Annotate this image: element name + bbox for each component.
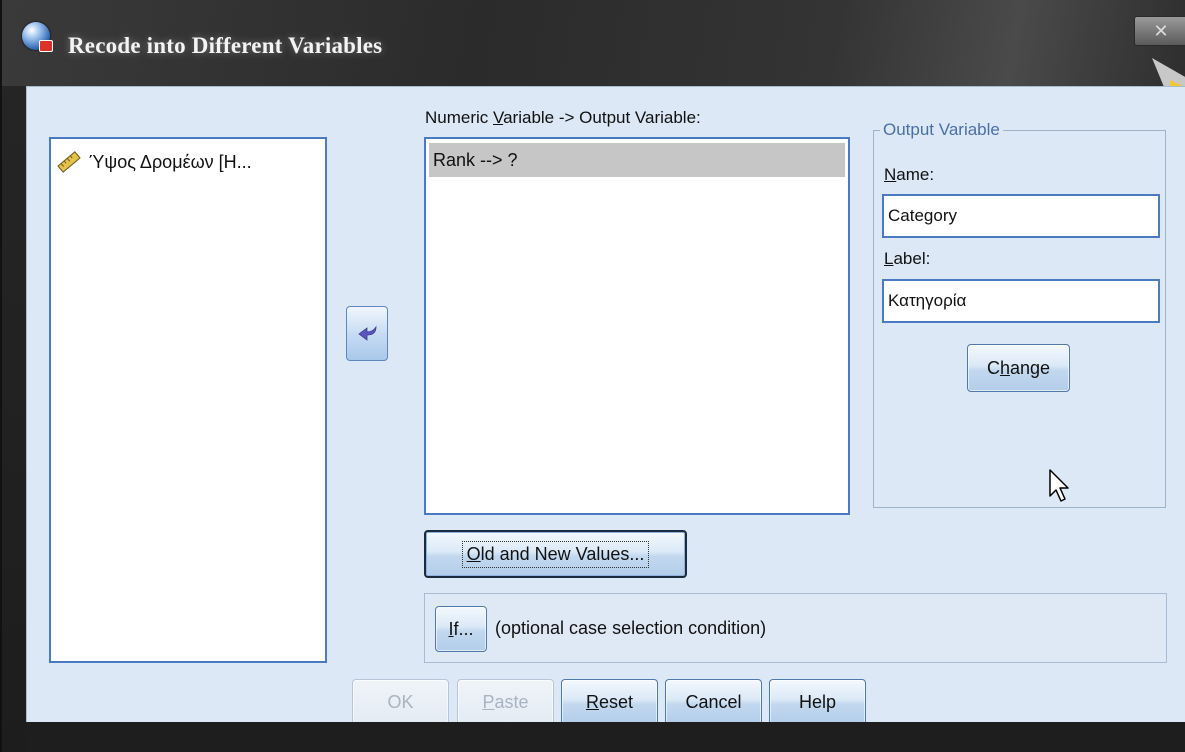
change-mnemonic: h: [999, 357, 1010, 378]
name-label: Name:: [884, 165, 934, 185]
name-field[interactable]: Category: [882, 194, 1160, 238]
old-and-new-values-button[interactable]: Old and New Values...: [424, 530, 687, 578]
name-label-mnemonic: N: [884, 165, 897, 184]
old-new-rest: ld and New Values...: [480, 543, 645, 564]
label-label: Label:: [884, 249, 930, 269]
help-button[interactable]: Help: [769, 679, 866, 725]
paste-button[interactable]: Paste: [457, 679, 554, 725]
mouse-cursor-icon: [1049, 469, 1069, 502]
reset-button[interactable]: Reset: [561, 679, 658, 725]
output-variable-group: Output Variable Name: Category Label: Κα…: [873, 120, 1166, 508]
source-variable-list[interactable]: Ύψος Δρομέων [H...: [49, 137, 327, 663]
mapping-header: Numeric Variable -> Output Variable:: [425, 108, 701, 128]
cancel-button[interactable]: Cancel: [665, 679, 762, 725]
if-condition-panel: If... (optional case selection condition…: [424, 593, 1167, 663]
dialog-window: Recode into Different Variables ✕ Ύψος Δ…: [0, 0, 1185, 752]
mapping-header-part: ariable -> Output Variable:: [503, 108, 701, 127]
old-new-mnemonic: O: [466, 543, 481, 564]
variable-label: Ύψος Δρομέων [H...: [89, 151, 252, 172]
dialog-client-area: Ύψος Δρομέων [H... Numeric Variable -> O…: [26, 86, 1185, 725]
change-button-text: Change: [987, 358, 1050, 379]
reset-label: Reset: [586, 692, 633, 713]
close-button[interactable]: ✕: [1134, 16, 1185, 46]
mapping-list[interactable]: Rank --> ?: [424, 137, 850, 515]
change-button[interactable]: Change: [967, 344, 1070, 392]
label-label-rest: abel:: [893, 249, 931, 268]
reset-rest: eset: [598, 691, 634, 712]
ok-button[interactable]: OK: [352, 679, 449, 725]
mapping-header-mnemonic: V: [493, 108, 504, 127]
if-label: If...: [448, 619, 473, 640]
window-title: Recode into Different Variables: [68, 33, 383, 58]
change-pre: C: [986, 357, 1000, 378]
old-new-label: Old and New Values...: [461, 540, 650, 568]
title-bar[interactable]: Recode into Different Variables ✕: [2, 0, 1185, 116]
spss-app-icon: [22, 22, 53, 52]
arrow-left-icon: [358, 325, 377, 341]
mapping-row[interactable]: Rank --> ?: [429, 143, 845, 177]
paste-label: Paste: [482, 692, 528, 713]
move-variable-button[interactable]: [346, 306, 388, 361]
change-post: ange: [1009, 357, 1051, 378]
list-item[interactable]: Ύψος Δρομέων [H...: [57, 151, 252, 173]
label-field[interactable]: Κατηγορία: [882, 279, 1160, 323]
mapping-header-part: Numeric: [425, 108, 494, 127]
window-bottom-frame: [26, 722, 1185, 752]
paste-rest: aste: [494, 691, 529, 712]
name-label-rest: ame:: [896, 165, 935, 184]
if-caption: (optional case selection condition): [495, 618, 767, 638]
paste-mnemonic: P: [482, 691, 495, 712]
scale-ruler-icon: [57, 151, 81, 173]
output-variable-group-title: Output Variable: [880, 120, 1003, 140]
reset-mnemonic: R: [585, 691, 599, 712]
if-button[interactable]: If...: [435, 606, 487, 652]
if-rest: f...: [453, 618, 474, 639]
